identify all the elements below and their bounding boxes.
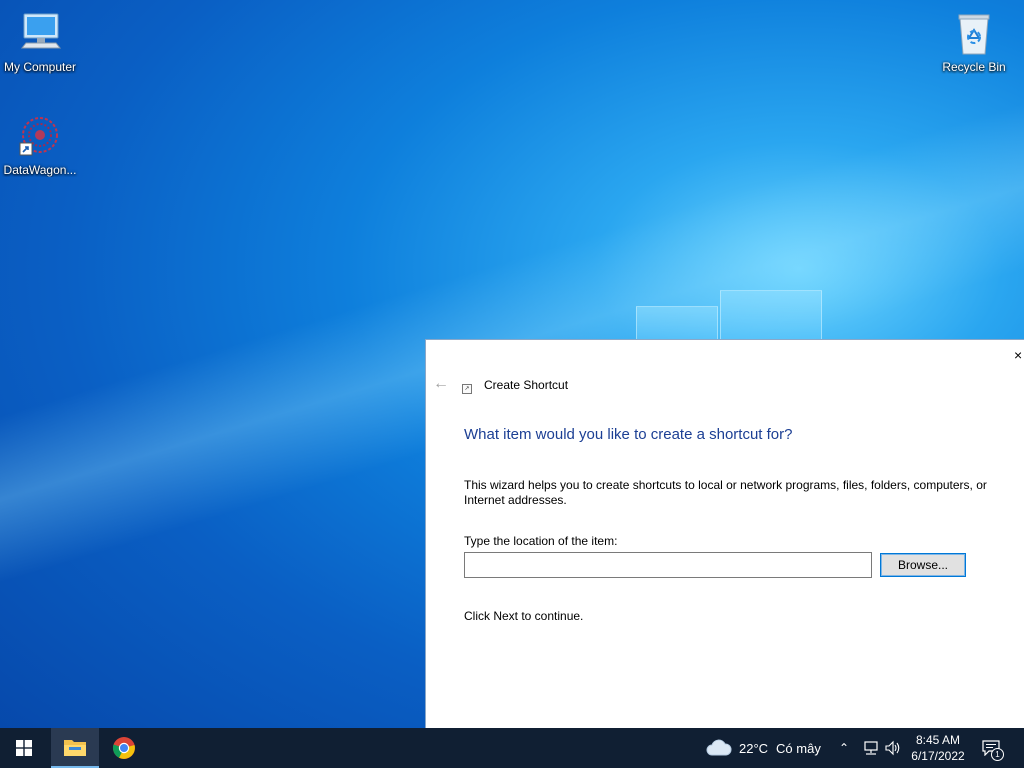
next-hint: Click Next to continue. bbox=[464, 609, 584, 623]
file-explorer-icon bbox=[64, 740, 86, 756]
location-label: Type the location of the item: bbox=[464, 534, 618, 548]
chrome-icon bbox=[112, 737, 135, 759]
notification-count-badge: 1 bbox=[991, 748, 1004, 761]
network-icon bbox=[864, 741, 878, 755]
dialog-title: Create Shortcut bbox=[484, 378, 569, 392]
location-input[interactable] bbox=[464, 552, 872, 578]
cloud-icon bbox=[706, 739, 732, 756]
show-hidden-icons-button[interactable]: ⌃ bbox=[839, 728, 849, 768]
computer-icon bbox=[16, 10, 64, 58]
shortcut-wizard-icon: ↗ bbox=[462, 384, 472, 394]
speaker-icon bbox=[885, 740, 900, 756]
volume-control[interactable] bbox=[884, 728, 902, 768]
taskbar-app-chrome[interactable] bbox=[100, 728, 148, 768]
taskbar: 22°C Có mây ⌃ 8:45 AM 6/17/2022 1 bbox=[0, 728, 1024, 768]
desktop-icon-recycle-bin[interactable]: Recycle Bin bbox=[934, 10, 1014, 74]
weather-condition: Có mây bbox=[776, 740, 821, 756]
network-status[interactable] bbox=[862, 728, 880, 768]
datawagon-shortcut-icon bbox=[16, 113, 64, 161]
browse-button[interactable]: Browse... bbox=[880, 553, 966, 577]
close-icon[interactable]: × bbox=[1014, 348, 1024, 362]
start-button[interactable] bbox=[0, 728, 48, 768]
desktop-icon-label: DataWagon... bbox=[3, 163, 77, 177]
chevron-up-icon: ⌃ bbox=[839, 741, 850, 755]
dialog-description: This wizard helps you to create shortcut… bbox=[464, 478, 987, 507]
desktop-icon-label: Recycle Bin bbox=[942, 60, 1006, 74]
clock-date: 6/17/2022 bbox=[911, 749, 965, 763]
taskbar-app-file-explorer[interactable] bbox=[51, 728, 99, 768]
clock-time: 8:45 AM bbox=[915, 733, 961, 747]
weather-widget[interactable]: 22°C Có mây bbox=[706, 728, 821, 768]
desktop-icon-label: My Computer bbox=[3, 60, 77, 74]
desktop-icon-my-computer[interactable]: My Computer bbox=[0, 10, 80, 74]
back-arrow-icon[interactable]: ← bbox=[433, 376, 449, 392]
taskbar-clock[interactable]: 8:45 AM 6/17/2022 bbox=[904, 732, 972, 764]
recycle-bin-icon bbox=[950, 10, 998, 58]
dialog-heading: What item would you like to create a sho… bbox=[464, 426, 793, 443]
action-center-button[interactable]: 1 bbox=[982, 728, 1004, 768]
desktop-icon-datawagon[interactable]: DataWagon... bbox=[0, 113, 80, 177]
weather-temperature: 22°C bbox=[739, 740, 769, 756]
create-shortcut-dialog: × ← ↗ Create Shortcut What item would yo… bbox=[425, 339, 1024, 728]
windows-logo-icon bbox=[16, 740, 32, 756]
